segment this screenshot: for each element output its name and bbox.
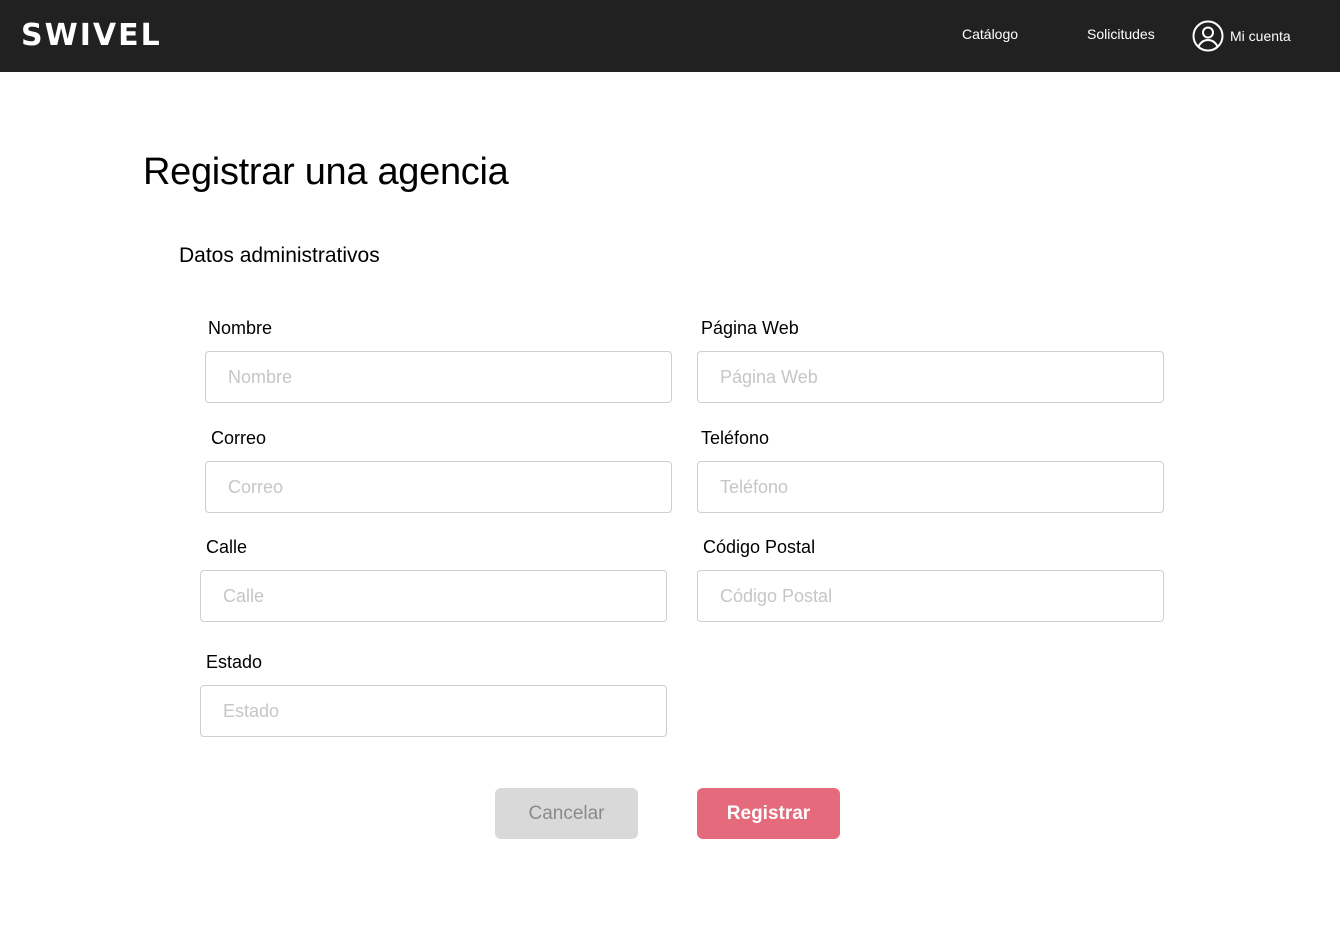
- pagina-web-input[interactable]: [697, 351, 1164, 403]
- nombre-label: Nombre: [208, 318, 273, 338]
- top-navigation-bar: SWIVEL Catálogo Solicitudes Mi cuenta: [0, 0, 1340, 72]
- calle-input[interactable]: [200, 570, 667, 622]
- correo-label: Correo: [211, 428, 267, 448]
- codigo-postal-label: Código Postal: [703, 537, 816, 557]
- calle-label: Calle: [206, 537, 248, 557]
- telefono-label: Teléfono: [701, 428, 770, 448]
- nombre-input[interactable]: [205, 351, 672, 403]
- cancel-button[interactable]: Cancelar: [495, 788, 638, 839]
- section-title: Datos administrativos: [179, 244, 380, 267]
- telefono-input[interactable]: [697, 461, 1164, 513]
- account-menu[interactable]: Mi cuenta: [1192, 20, 1291, 52]
- nav-link-solicitudes[interactable]: Solicitudes: [1087, 24, 1155, 44]
- account-label: Mi cuenta: [1230, 28, 1291, 44]
- user-circle-icon: [1192, 20, 1224, 52]
- nav-link-catalogo[interactable]: Catálogo: [962, 24, 1018, 44]
- estado-input[interactable]: [200, 685, 667, 737]
- pagina-web-label: Página Web: [701, 318, 799, 338]
- correo-input[interactable]: [205, 461, 672, 513]
- brand-logo[interactable]: SWIVEL: [21, 16, 162, 56]
- codigo-postal-input[interactable]: [697, 570, 1164, 622]
- estado-label: Estado: [206, 652, 263, 672]
- register-button[interactable]: Registrar: [697, 788, 840, 839]
- page-title: Registrar una agencia: [143, 151, 509, 193]
